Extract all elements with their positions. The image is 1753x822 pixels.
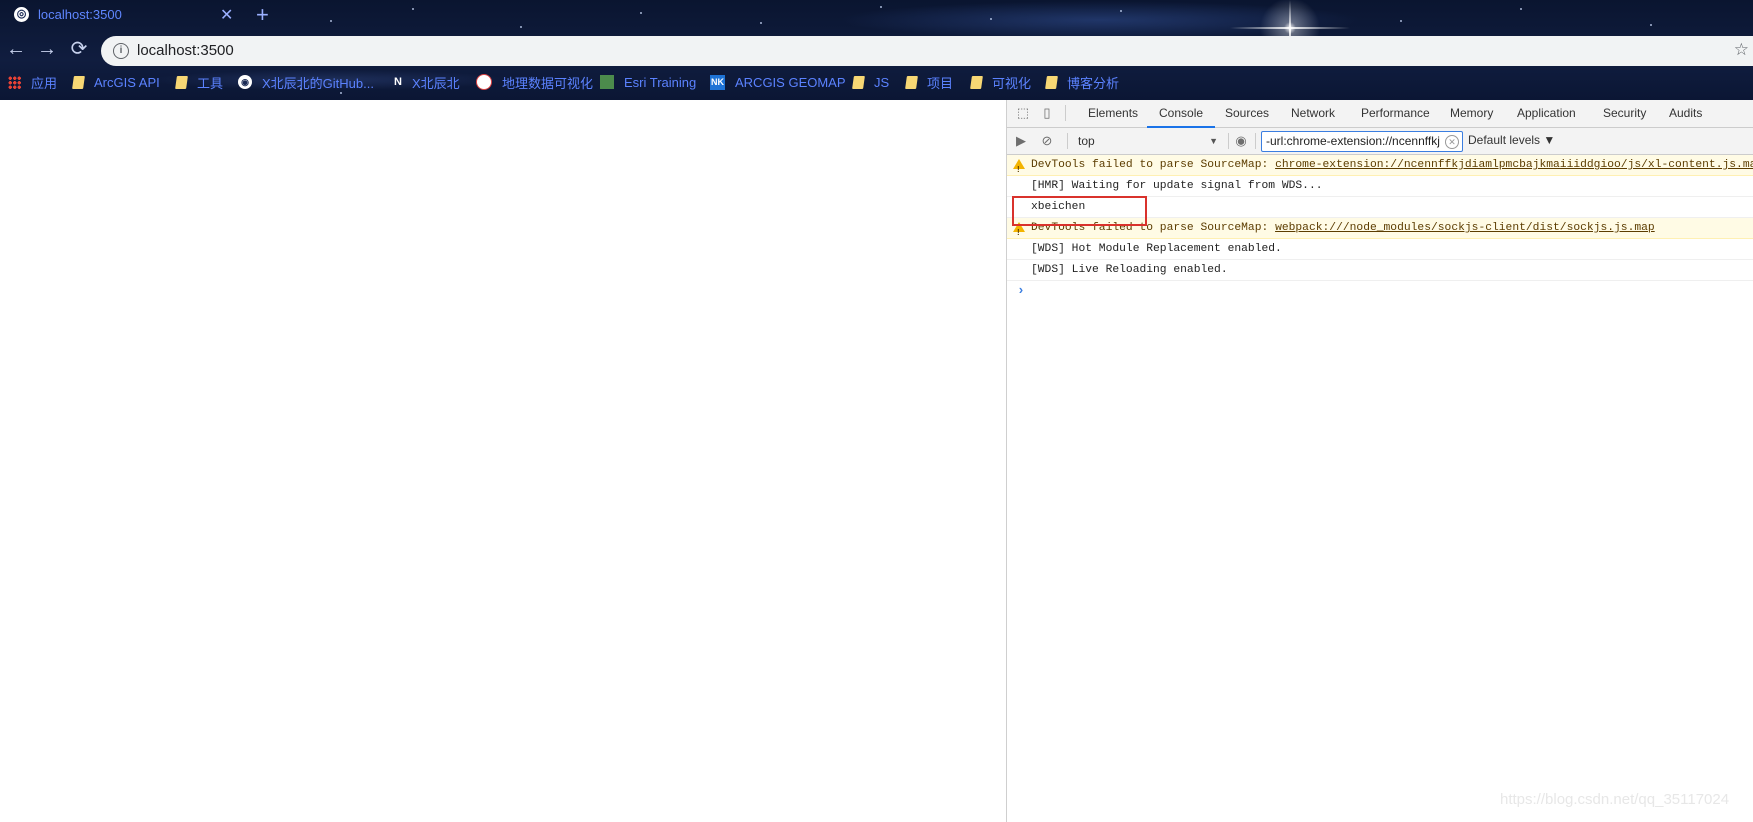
console-log: [WDS] Live Reloading enabled. <box>1007 260 1753 281</box>
bookmark-arcgis-api[interactable]: ArcGIS API <box>72 73 160 91</box>
highlight-box <box>1012 196 1147 226</box>
bookmark-js[interactable]: JS <box>852 73 890 91</box>
live-expression-eye-icon[interactable]: ◉ <box>1233 133 1249 149</box>
warning-icon <box>1013 159 1025 180</box>
tab-application[interactable]: Application <box>1515 100 1578 127</box>
tab-console[interactable]: Console <box>1146 100 1216 128</box>
log-text: [WDS] Hot Module Replacement enabled. <box>1031 243 1282 255</box>
warning-prefix: DevTools failed to parse SourceMap: <box>1031 159 1276 171</box>
reload-button[interactable]: ⟳ <box>68 38 90 60</box>
sourcemap-link[interactable]: chrome-extension://ncennffkjdiamlpmcbajk… <box>1275 159 1753 171</box>
bookmark-label: 可视化 <box>992 75 1032 91</box>
console-prompt[interactable]: › <box>1017 281 1025 301</box>
log-text: [WDS] Live Reloading enabled. <box>1031 264 1228 276</box>
tab-memory[interactable]: Memory <box>1448 100 1495 127</box>
bookmark-star-icon[interactable]: ☆ <box>1734 40 1749 60</box>
bookmark-xbeichen[interactable]: N X北辰北 <box>394 73 460 91</box>
forward-button[interactable]: → <box>36 38 58 60</box>
bookmark-projects[interactable]: 项目 <box>905 73 954 91</box>
devtools-tab-bar: ⬚ ▯ Elements Console Sources Network Per… <box>1007 100 1753 128</box>
bookmark-label: 应用 <box>31 75 58 91</box>
nk-icon: NK <box>710 74 725 90</box>
bookmarks-bar: 应用 ArcGIS API 工具 ◉ X北辰北的GitHub... N X北辰北… <box>0 70 1753 94</box>
close-tab-icon[interactable]: ✕ <box>220 5 233 25</box>
tab-security[interactable]: Security <box>1601 100 1648 127</box>
notion-icon: N <box>394 76 402 88</box>
bookmark-label: ArcGIS API <box>94 74 160 90</box>
browser-chrome: ◎ localhost:3500 ✕ + ← → ⟳ i localhost:3… <box>0 0 1753 100</box>
watermark: https://blog.csdn.net/qq_35117024 <box>1500 791 1730 808</box>
tab-network[interactable]: Network <box>1289 100 1337 127</box>
folder-icon <box>852 75 865 89</box>
tab-title: localhost:3500 <box>38 7 122 22</box>
bookmark-tools[interactable]: 工具 <box>175 73 224 91</box>
browser-tab[interactable]: ◎ localhost:3500 ✕ <box>0 0 244 31</box>
info-icon[interactable]: i <box>113 43 129 59</box>
clear-console-icon[interactable]: ⊘ <box>1039 133 1055 149</box>
folder-icon <box>72 75 85 89</box>
context-select[interactable]: top ▼ <box>1078 132 1218 150</box>
page-viewport <box>0 100 1006 822</box>
tab-performance[interactable]: Performance <box>1359 100 1432 127</box>
context-value: top <box>1078 134 1095 148</box>
sourcemap-link[interactable]: webpack:///node_modules/sockjs-client/di… <box>1275 222 1655 234</box>
bookmark-esri-training[interactable]: Esri Training <box>600 73 696 91</box>
folder-icon <box>970 75 983 89</box>
bookmark-blog-analysis[interactable]: 博客分析 <box>1045 73 1120 91</box>
globe-icon: ◎ <box>14 7 29 22</box>
tab-audits[interactable]: Audits <box>1667 100 1704 127</box>
console-warning: DevTools failed to parse SourceMap: chro… <box>1007 155 1753 180</box>
bookmark-label: 项目 <box>927 75 954 91</box>
bookmark-arcgis-geomap[interactable]: NK ARCGIS GEOMAP <box>710 73 846 91</box>
apps-icon <box>8 75 21 89</box>
back-button[interactable]: ← <box>5 38 27 60</box>
esri-icon <box>600 75 614 89</box>
github-icon: ◉ <box>238 75 252 89</box>
new-tab-button[interactable]: + <box>256 2 269 28</box>
address-bar[interactable]: i localhost:3500 ☆ <box>101 36 1753 66</box>
bookmark-apps[interactable]: 应用 <box>8 73 57 91</box>
bookmark-github[interactable]: ◉ X北辰北的GitHub... <box>238 73 374 91</box>
url-text[interactable]: localhost:3500 <box>137 42 234 59</box>
folder-icon <box>1045 75 1058 89</box>
tab-sources[interactable]: Sources <box>1223 100 1271 127</box>
filter-value[interactable]: -url:chrome-extension://ncennffkj <box>1266 134 1444 148</box>
clear-filter-icon[interactable]: ✕ <box>1445 135 1459 149</box>
folder-icon <box>905 75 918 89</box>
sidebar-toggle-icon[interactable]: ▶ <box>1013 133 1029 149</box>
console-messages: DevTools failed to parse SourceMap: chro… <box>1007 155 1753 301</box>
bookmark-label: 工具 <box>197 75 224 91</box>
bookmark-visualization[interactable]: 可视化 <box>970 73 1032 91</box>
bookmark-label: X北辰北的GitHub... <box>262 75 374 91</box>
tab-elements[interactable]: Elements <box>1086 100 1140 127</box>
console-filter-input[interactable]: -url:chrome-extension://ncennffkj ✕ <box>1261 131 1463 152</box>
inspect-element-icon[interactable]: ⬚ <box>1015 105 1031 121</box>
bookmark-label: X北辰北 <box>412 75 460 91</box>
bookmark-label: JS <box>874 74 890 90</box>
folder-icon <box>175 75 188 89</box>
bookmark-label: 博客分析 <box>1067 75 1120 91</box>
bookmark-geo-vis[interactable]: 地理数据可视化 <box>476 73 593 91</box>
bookmark-label: ARCGIS GEOMAP <box>735 74 846 90</box>
console-log: [HMR] Waiting for update signal from WDS… <box>1007 176 1753 197</box>
console-prompt-row[interactable]: › <box>1007 281 1753 301</box>
console-log: [WDS] Hot Module Replacement enabled. <box>1007 239 1753 260</box>
log-text: [HMR] Waiting for update signal from WDS… <box>1031 180 1323 192</box>
console-toolbar: ▶ ⊘ top ▼ ◉ -url:chrome-extension://ncen… <box>1007 128 1753 155</box>
bookmark-label: 地理数据可视化 <box>502 75 594 91</box>
bookmark-label: Esri Training <box>624 74 697 90</box>
dropdown-arrow-icon: ▼ <box>1209 136 1218 146</box>
site-icon <box>476 74 492 90</box>
log-levels-dropdown[interactable]: Default levels ▼ <box>1468 133 1555 147</box>
device-toolbar-icon[interactable]: ▯ <box>1039 105 1055 121</box>
